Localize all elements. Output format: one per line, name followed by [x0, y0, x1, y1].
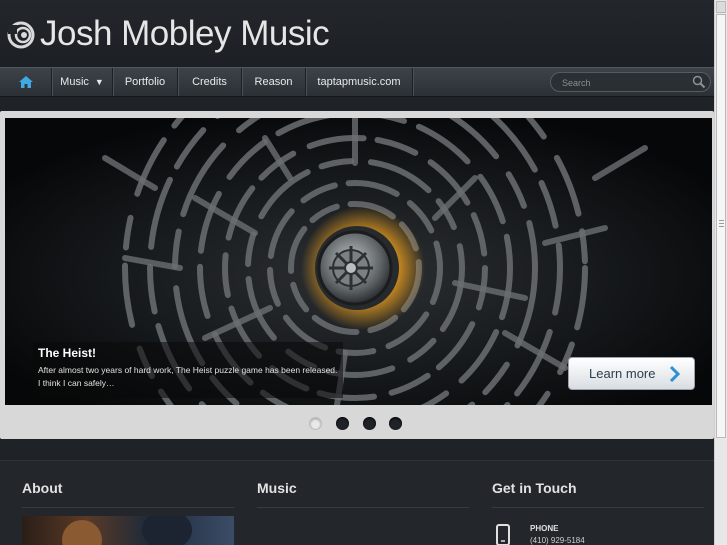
slide-image[interactable]: The Heist! After almost two years of har…: [5, 118, 712, 405]
main-navigation: Music ▼ Portfolio Credits Reason taptapmu…: [0, 67, 714, 97]
nav-item-label: Credits: [192, 76, 227, 88]
nav-item-label: taptapmusic.com: [317, 76, 401, 88]
vertical-scrollbar[interactable]: [714, 0, 727, 545]
grip-line: [719, 226, 724, 227]
about-heading: About: [22, 480, 63, 496]
nav-item-reason[interactable]: Reason: [242, 68, 306, 96]
divider: [492, 507, 704, 508]
home-icon: [18, 76, 33, 88]
image-slider: The Heist! After almost two years of har…: [0, 111, 714, 439]
scroll-up-arrow[interactable]: [716, 1, 726, 13]
caption-title: The Heist!: [38, 346, 97, 360]
phone-number[interactable]: (410) 929-5184: [530, 536, 585, 545]
learn-more-label: Learn more: [589, 366, 656, 381]
music-heading: Music: [257, 480, 297, 496]
divider: [257, 507, 469, 508]
search-icon[interactable]: [692, 75, 706, 89]
search-input[interactable]: [560, 75, 684, 91]
slider-dot-4[interactable]: [389, 417, 402, 430]
nav-item-music[interactable]: Music ▼: [52, 68, 113, 96]
site-title[interactable]: Josh Mobley Music: [40, 14, 330, 54]
chevron-down-icon: ▼: [94, 77, 104, 88]
phone-icon: [496, 524, 510, 545]
nav-item-portfolio[interactable]: Portfolio: [113, 68, 178, 96]
divider: [22, 507, 234, 508]
site-header: Josh Mobley Music: [0, 0, 714, 68]
grip-line: [719, 223, 724, 224]
nav-item-label: Reason: [254, 76, 293, 88]
contact-heading: Get in Touch: [492, 480, 577, 496]
nav-item-taptapmusic[interactable]: taptapmusic.com: [306, 68, 413, 96]
nav-item-label: Music: [60, 76, 89, 88]
caption-text: After almost two years of hard work, The…: [38, 365, 338, 388]
slide-caption: The Heist! After almost two years of har…: [33, 342, 343, 398]
slider-dot-1[interactable]: [309, 417, 322, 430]
learn-more-button[interactable]: Learn more: [568, 357, 695, 390]
logo-icon: [7, 21, 35, 49]
slider-dot-3[interactable]: [363, 417, 376, 430]
phone-label: PHONE: [530, 524, 559, 533]
nav-home[interactable]: [0, 68, 52, 96]
about-photo: [22, 516, 234, 545]
grip-line: [719, 220, 724, 221]
chevron-right-icon: [669, 365, 681, 383]
footer: About Music Get in Touch PHONE (410) 929…: [0, 460, 714, 545]
slider-dot-2[interactable]: [336, 417, 349, 430]
page: Josh Mobley Music Music ▼ Portfolio Credi…: [0, 0, 714, 545]
nav-item-credits[interactable]: Credits: [178, 68, 242, 96]
nav-item-label: Portfolio: [124, 76, 166, 88]
search-box: [550, 72, 711, 92]
scrollbar-thumb[interactable]: [716, 14, 726, 438]
